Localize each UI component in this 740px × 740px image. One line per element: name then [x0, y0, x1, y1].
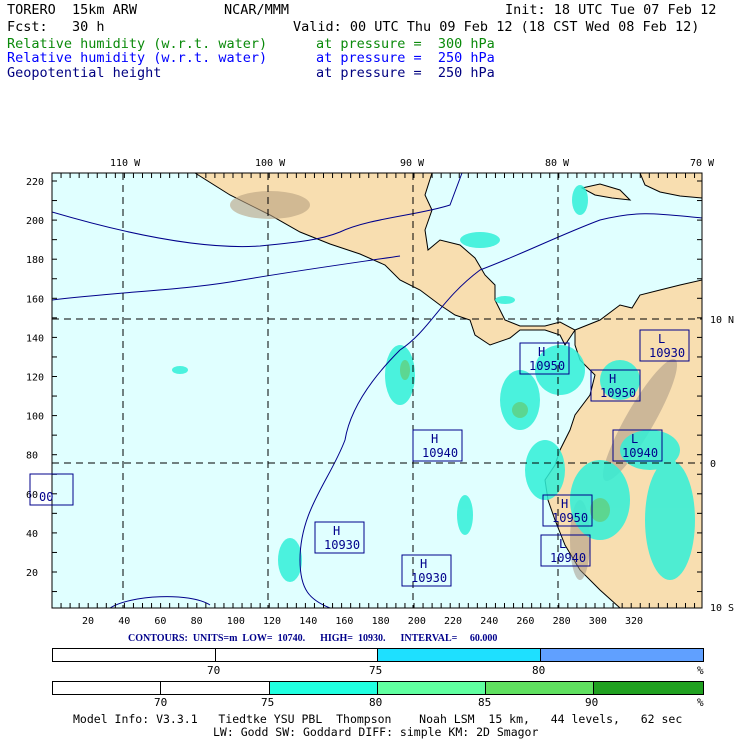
x-tick-label: 260: [516, 616, 534, 627]
bar2-label: 70: [154, 696, 168, 709]
lat-label: 10 N: [710, 315, 734, 326]
center-value: 00: [39, 490, 53, 504]
y-tick-label: 60: [26, 490, 38, 501]
center-value: 10930: [411, 571, 447, 585]
x-tick-label: 300: [589, 616, 607, 627]
lon-label: 110 W: [110, 158, 141, 169]
x-tick-label: 20: [82, 616, 94, 627]
x-tick-label: 40: [118, 616, 130, 627]
lat-label: 10 S: [710, 603, 734, 614]
x-tick-label: 100: [227, 616, 245, 627]
bar1-label: 70: [207, 664, 221, 677]
lat-label: 0: [710, 459, 716, 470]
y-tick-label: 80: [26, 451, 38, 462]
center-value: 10940: [622, 446, 658, 460]
center-type: H: [609, 372, 616, 386]
center-type: H: [431, 432, 438, 446]
y-tick-label: 160: [26, 294, 44, 305]
bar2-label: 85: [478, 696, 492, 709]
center-type: H: [333, 524, 340, 538]
rh250-colorbar: [52, 648, 704, 662]
y-tick-label: 140: [26, 333, 44, 344]
bar2-label: 75: [261, 696, 275, 709]
y-tick-label: 120: [26, 373, 44, 384]
model-physics: LW: Godd SW: Goddard DIFF: simple KM: 2D…: [213, 725, 539, 739]
x-tick-label: 140: [299, 616, 317, 627]
model-info: Model Info: V3.3.1 Tiedtke YSU PBL Thomp…: [73, 712, 683, 726]
bar2-label: %: [697, 696, 704, 709]
center-type: H: [538, 345, 545, 359]
y-tick-label: 20: [26, 568, 38, 579]
lon-label: 90 W: [400, 158, 425, 169]
y-tick-label: 180: [26, 255, 44, 266]
center-value: 10950: [600, 386, 636, 400]
center-value: 10940: [550, 551, 586, 565]
x-tick-label: 120: [263, 616, 281, 627]
bar1-label: 75: [369, 664, 383, 677]
lon-label: 70 W: [690, 158, 715, 169]
y-tick-label: 200: [26, 216, 44, 227]
x-tick-label: 200: [408, 616, 426, 627]
weather-map: 110 W 100 W 90 W 80 W 70 W 10 N 0 10 S 2…: [26, 158, 734, 627]
y-tick-label: 40: [26, 529, 38, 540]
center-type: H: [561, 497, 568, 511]
x-tick-label: 160: [335, 616, 353, 627]
center-value: 10950: [552, 511, 588, 525]
bar1-label: 80: [532, 664, 546, 677]
x-tick-label: 180: [372, 616, 390, 627]
x-tick-label: 80: [191, 616, 203, 627]
contours-info: CONTOURS: UNITS=m LOW= 10740. HIGH= 1093…: [128, 633, 498, 644]
x-tick-label: 240: [480, 616, 498, 627]
lon-label: 80 W: [545, 158, 570, 169]
bar2-label: 80: [369, 696, 383, 709]
bar2-label: 90: [585, 696, 599, 709]
x-tick-label: 60: [154, 616, 166, 627]
center-value: 10930: [649, 346, 685, 360]
center-value: 10930: [324, 538, 360, 552]
center-type: H: [420, 557, 427, 571]
bar1-label: %: [697, 664, 704, 677]
y-tick-label: 100: [26, 412, 44, 423]
x-tick-label: 220: [444, 616, 462, 627]
center-value: 10950: [529, 359, 565, 373]
x-tick-label: 320: [625, 616, 643, 627]
center-type: L: [631, 432, 638, 446]
center-type: L: [559, 537, 566, 551]
rh300-colorbar: [52, 681, 704, 695]
center-type: L: [658, 332, 665, 346]
x-tick-label: 280: [553, 616, 571, 627]
center-value: 10940: [422, 446, 458, 460]
y-tick-label: 220: [26, 177, 44, 188]
lon-label: 100 W: [255, 158, 286, 169]
